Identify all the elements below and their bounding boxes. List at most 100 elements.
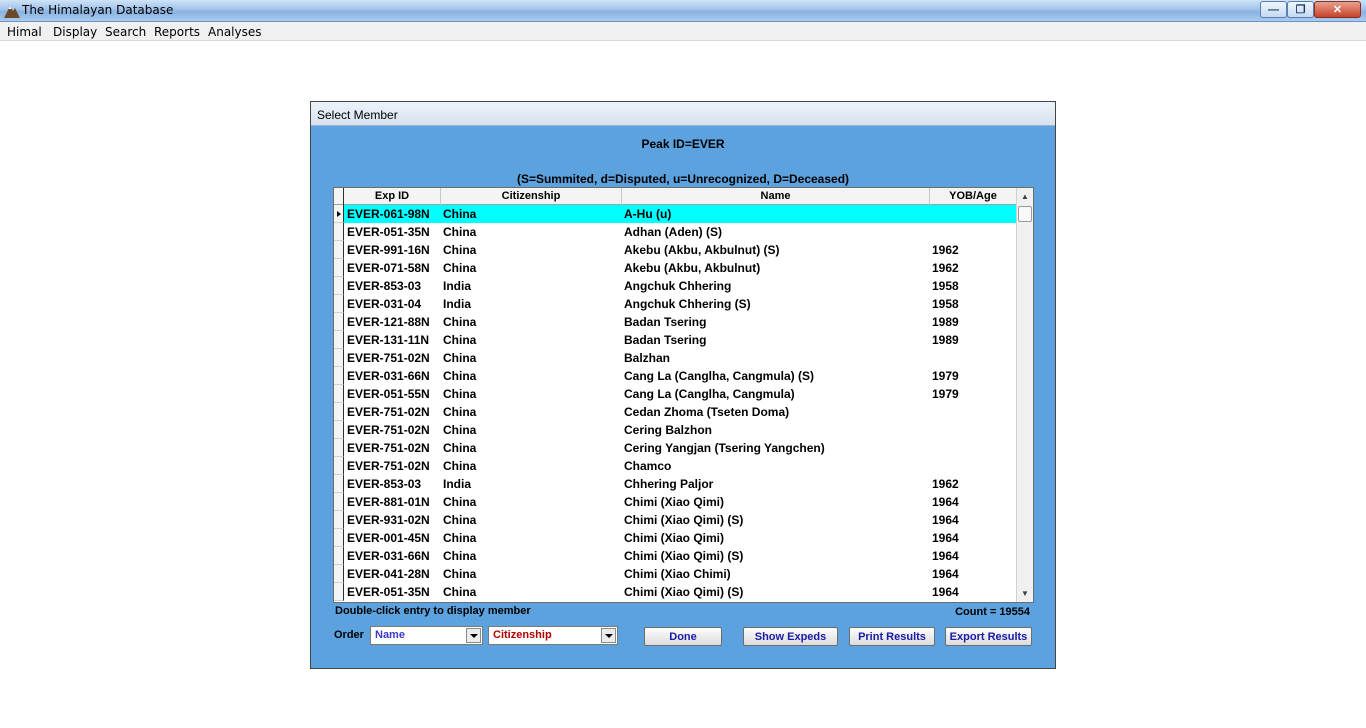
show-expeds-button[interactable]: Show Expeds	[743, 627, 838, 646]
table-row[interactable]: EVER-931-02N China Chimi (Xiao Qimi) (S) 19…	[334, 511, 1016, 529]
table-row[interactable]: EVER-853-03 India Angchuk Chhering 1958	[334, 277, 1016, 295]
table-row[interactable]: EVER-031-66N China Chimi (Xiao Qimi) (S) 19…	[334, 547, 1016, 565]
export-results-button[interactable]: Export Results	[945, 627, 1032, 646]
row-body[interactable]: EVER-071-58N China Akebu (Akbu, Akbulnut) 1…	[344, 259, 1016, 277]
maximize-button[interactable]: ❐	[1287, 1, 1314, 18]
print-results-button[interactable]: Print Results	[849, 627, 935, 646]
menu-reports[interactable]: Reports	[154, 25, 200, 39]
dropdown-arrow-icon[interactable]	[466, 628, 481, 643]
row-body[interactable]: EVER-853-03 India Chhering Paljor 1962	[344, 475, 1016, 493]
table-row[interactable]: EVER-051-35N China Adhan (Aden) (S)	[334, 223, 1016, 241]
row-body[interactable]: EVER-751-02N China Cedan Zhoma (Tseten Dom…	[344, 403, 1016, 421]
row-selector[interactable]	[334, 349, 344, 367]
row-selector[interactable]	[334, 511, 344, 529]
table-row[interactable]: EVER-751-02N China Chamco	[334, 457, 1016, 475]
dropdown-arrow-icon[interactable]	[601, 628, 616, 643]
table-row[interactable]: EVER-751-02N China Cering Balzhon	[334, 421, 1016, 439]
column-header-yob-age[interactable]: YOB/Age	[930, 188, 1016, 205]
row-selector[interactable]	[334, 565, 344, 583]
table-row[interactable]: EVER-031-66N China Cang La (Canglha, Cangm…	[334, 367, 1016, 385]
cell-yob-age: 1962	[932, 477, 959, 491]
table-row[interactable]: EVER-131-11N China Badan Tsering 1989	[334, 331, 1016, 349]
scroll-thumb[interactable]	[1018, 206, 1032, 222]
cell-exp-id: EVER-051-35N	[347, 585, 430, 599]
row-selector[interactable]	[334, 475, 344, 493]
row-body[interactable]: EVER-031-04 India Angchuk Chhering (S) 1958	[344, 295, 1016, 313]
row-body[interactable]: EVER-031-66N China Cang La (Canglha, Cangm…	[344, 367, 1016, 385]
row-selector[interactable]	[334, 259, 344, 277]
row-selector[interactable]	[334, 493, 344, 511]
table-row[interactable]: EVER-853-03 India Chhering Paljor 1962	[334, 475, 1016, 493]
row-body[interactable]: EVER-051-35N China Chimi (Xiao Qimi) (S) 19…	[344, 583, 1016, 601]
cell-citizenship: China	[443, 531, 477, 545]
minimize-button[interactable]: —	[1260, 1, 1287, 18]
done-button[interactable]: Done	[644, 627, 722, 646]
order-primary-select[interactable]: Name	[370, 626, 483, 645]
table-row[interactable]: EVER-071-58N China Akebu (Akbu, Akbulnut) 1…	[334, 259, 1016, 277]
row-selector[interactable]	[334, 313, 344, 331]
table-row[interactable]: EVER-031-04 India Angchuk Chhering (S) 1958	[334, 295, 1016, 313]
close-button[interactable]: ✕	[1314, 1, 1361, 18]
row-selector[interactable]	[334, 385, 344, 403]
scroll-down-icon[interactable]: ▼	[1017, 585, 1033, 602]
row-body[interactable]: EVER-751-02N China Cering Yangjan (Tsering…	[344, 439, 1016, 457]
table-row[interactable]: EVER-041-28N China Chimi (Xiao Chimi) 1964	[334, 565, 1016, 583]
table-row[interactable]: EVER-751-02N China Cering Yangjan (Tsering…	[334, 439, 1016, 457]
row-body[interactable]: EVER-121-88N China Badan Tsering 1989	[344, 313, 1016, 331]
row-selector[interactable]	[334, 241, 344, 259]
row-body[interactable]: EVER-041-28N China Chimi (Xiao Chimi) 1964	[344, 565, 1016, 583]
row-body[interactable]: EVER-001-45N China Chimi (Xiao Qimi) 1964	[344, 529, 1016, 547]
cell-exp-id: EVER-061-98N	[347, 207, 430, 221]
minimize-icon: —	[1268, 3, 1279, 16]
row-selector[interactable]	[334, 331, 344, 349]
row-body[interactable]: EVER-061-98N China A-Hu (u)	[344, 205, 1016, 223]
row-body[interactable]: EVER-031-66N China Chimi (Xiao Qimi) (S) 19…	[344, 547, 1016, 565]
row-body[interactable]: EVER-853-03 India Angchuk Chhering 1958	[344, 277, 1016, 295]
table-row[interactable]: EVER-121-88N China Badan Tsering 1989	[334, 313, 1016, 331]
cell-name: Cering Balzhon	[624, 423, 713, 437]
table-row[interactable]: EVER-991-16N China Akebu (Akbu, Akbulnut) …	[334, 241, 1016, 259]
row-selector[interactable]	[334, 295, 344, 313]
column-header-exp-id[interactable]: Exp ID	[344, 188, 441, 205]
table-row[interactable]: EVER-881-01N China Chimi (Xiao Qimi) 1964	[334, 493, 1016, 511]
mountain-logo-icon	[4, 6, 20, 18]
row-body[interactable]: EVER-131-11N China Badan Tsering 1989	[344, 331, 1016, 349]
column-header-citizenship[interactable]: Citizenship	[441, 188, 622, 205]
order-secondary-select[interactable]: Citizenship	[488, 626, 618, 645]
row-selector[interactable]	[334, 583, 344, 601]
row-body[interactable]: EVER-051-55N China Cang La (Canglha, Cangm…	[344, 385, 1016, 403]
row-selector[interactable]	[334, 421, 344, 439]
row-body[interactable]: EVER-051-35N China Adhan (Aden) (S)	[344, 223, 1016, 241]
column-header-name[interactable]: Name	[622, 188, 930, 205]
table-row[interactable]: EVER-001-45N China Chimi (Xiao Qimi) 1964	[334, 529, 1016, 547]
row-selector[interactable]	[334, 439, 344, 457]
cell-exp-id: EVER-931-02N	[347, 513, 430, 527]
table-row[interactable]: EVER-751-02N China Balzhan	[334, 349, 1016, 367]
table-row[interactable]: EVER-061-98N China A-Hu (u)	[334, 205, 1016, 223]
menu-himal[interactable]: Himal	[7, 25, 42, 39]
menu-search[interactable]: Search	[105, 25, 146, 39]
vertical-scrollbar[interactable]: ▲ ▼	[1016, 188, 1033, 602]
row-body[interactable]: EVER-751-02N China Balzhan	[344, 349, 1016, 367]
row-selector[interactable]	[334, 529, 344, 547]
table-row[interactable]: EVER-751-02N China Cedan Zhoma (Tseten Dom…	[334, 403, 1016, 421]
row-body[interactable]: EVER-931-02N China Chimi (Xiao Qimi) (S) 19…	[344, 511, 1016, 529]
scroll-up-icon[interactable]: ▲	[1017, 188, 1033, 205]
row-selector[interactable]	[334, 403, 344, 421]
table-row[interactable]: EVER-051-55N China Cang La (Canglha, Cangm…	[334, 385, 1016, 403]
close-icon: ✕	[1332, 4, 1343, 16]
row-selector[interactable]	[334, 547, 344, 565]
menu-analyses[interactable]: Analyses	[208, 25, 262, 39]
row-selector[interactable]	[334, 205, 344, 223]
menu-display[interactable]: Display	[53, 25, 97, 39]
row-selector[interactable]	[334, 457, 344, 475]
row-selector[interactable]	[334, 277, 344, 295]
row-selector[interactable]	[334, 367, 344, 385]
table-row[interactable]: EVER-051-35N China Chimi (Xiao Qimi) (S) 19…	[334, 583, 1016, 601]
row-selector[interactable]	[334, 223, 344, 241]
row-body[interactable]: EVER-751-02N China Chamco	[344, 457, 1016, 475]
row-body[interactable]: EVER-751-02N China Cering Balzhon	[344, 421, 1016, 439]
row-body[interactable]: EVER-881-01N China Chimi (Xiao Qimi) 1964	[344, 493, 1016, 511]
member-grid[interactable]: Exp ID Citizenship Name YOB/Age EVER-061…	[333, 187, 1034, 603]
row-body[interactable]: EVER-991-16N China Akebu (Akbu, Akbulnut) …	[344, 241, 1016, 259]
